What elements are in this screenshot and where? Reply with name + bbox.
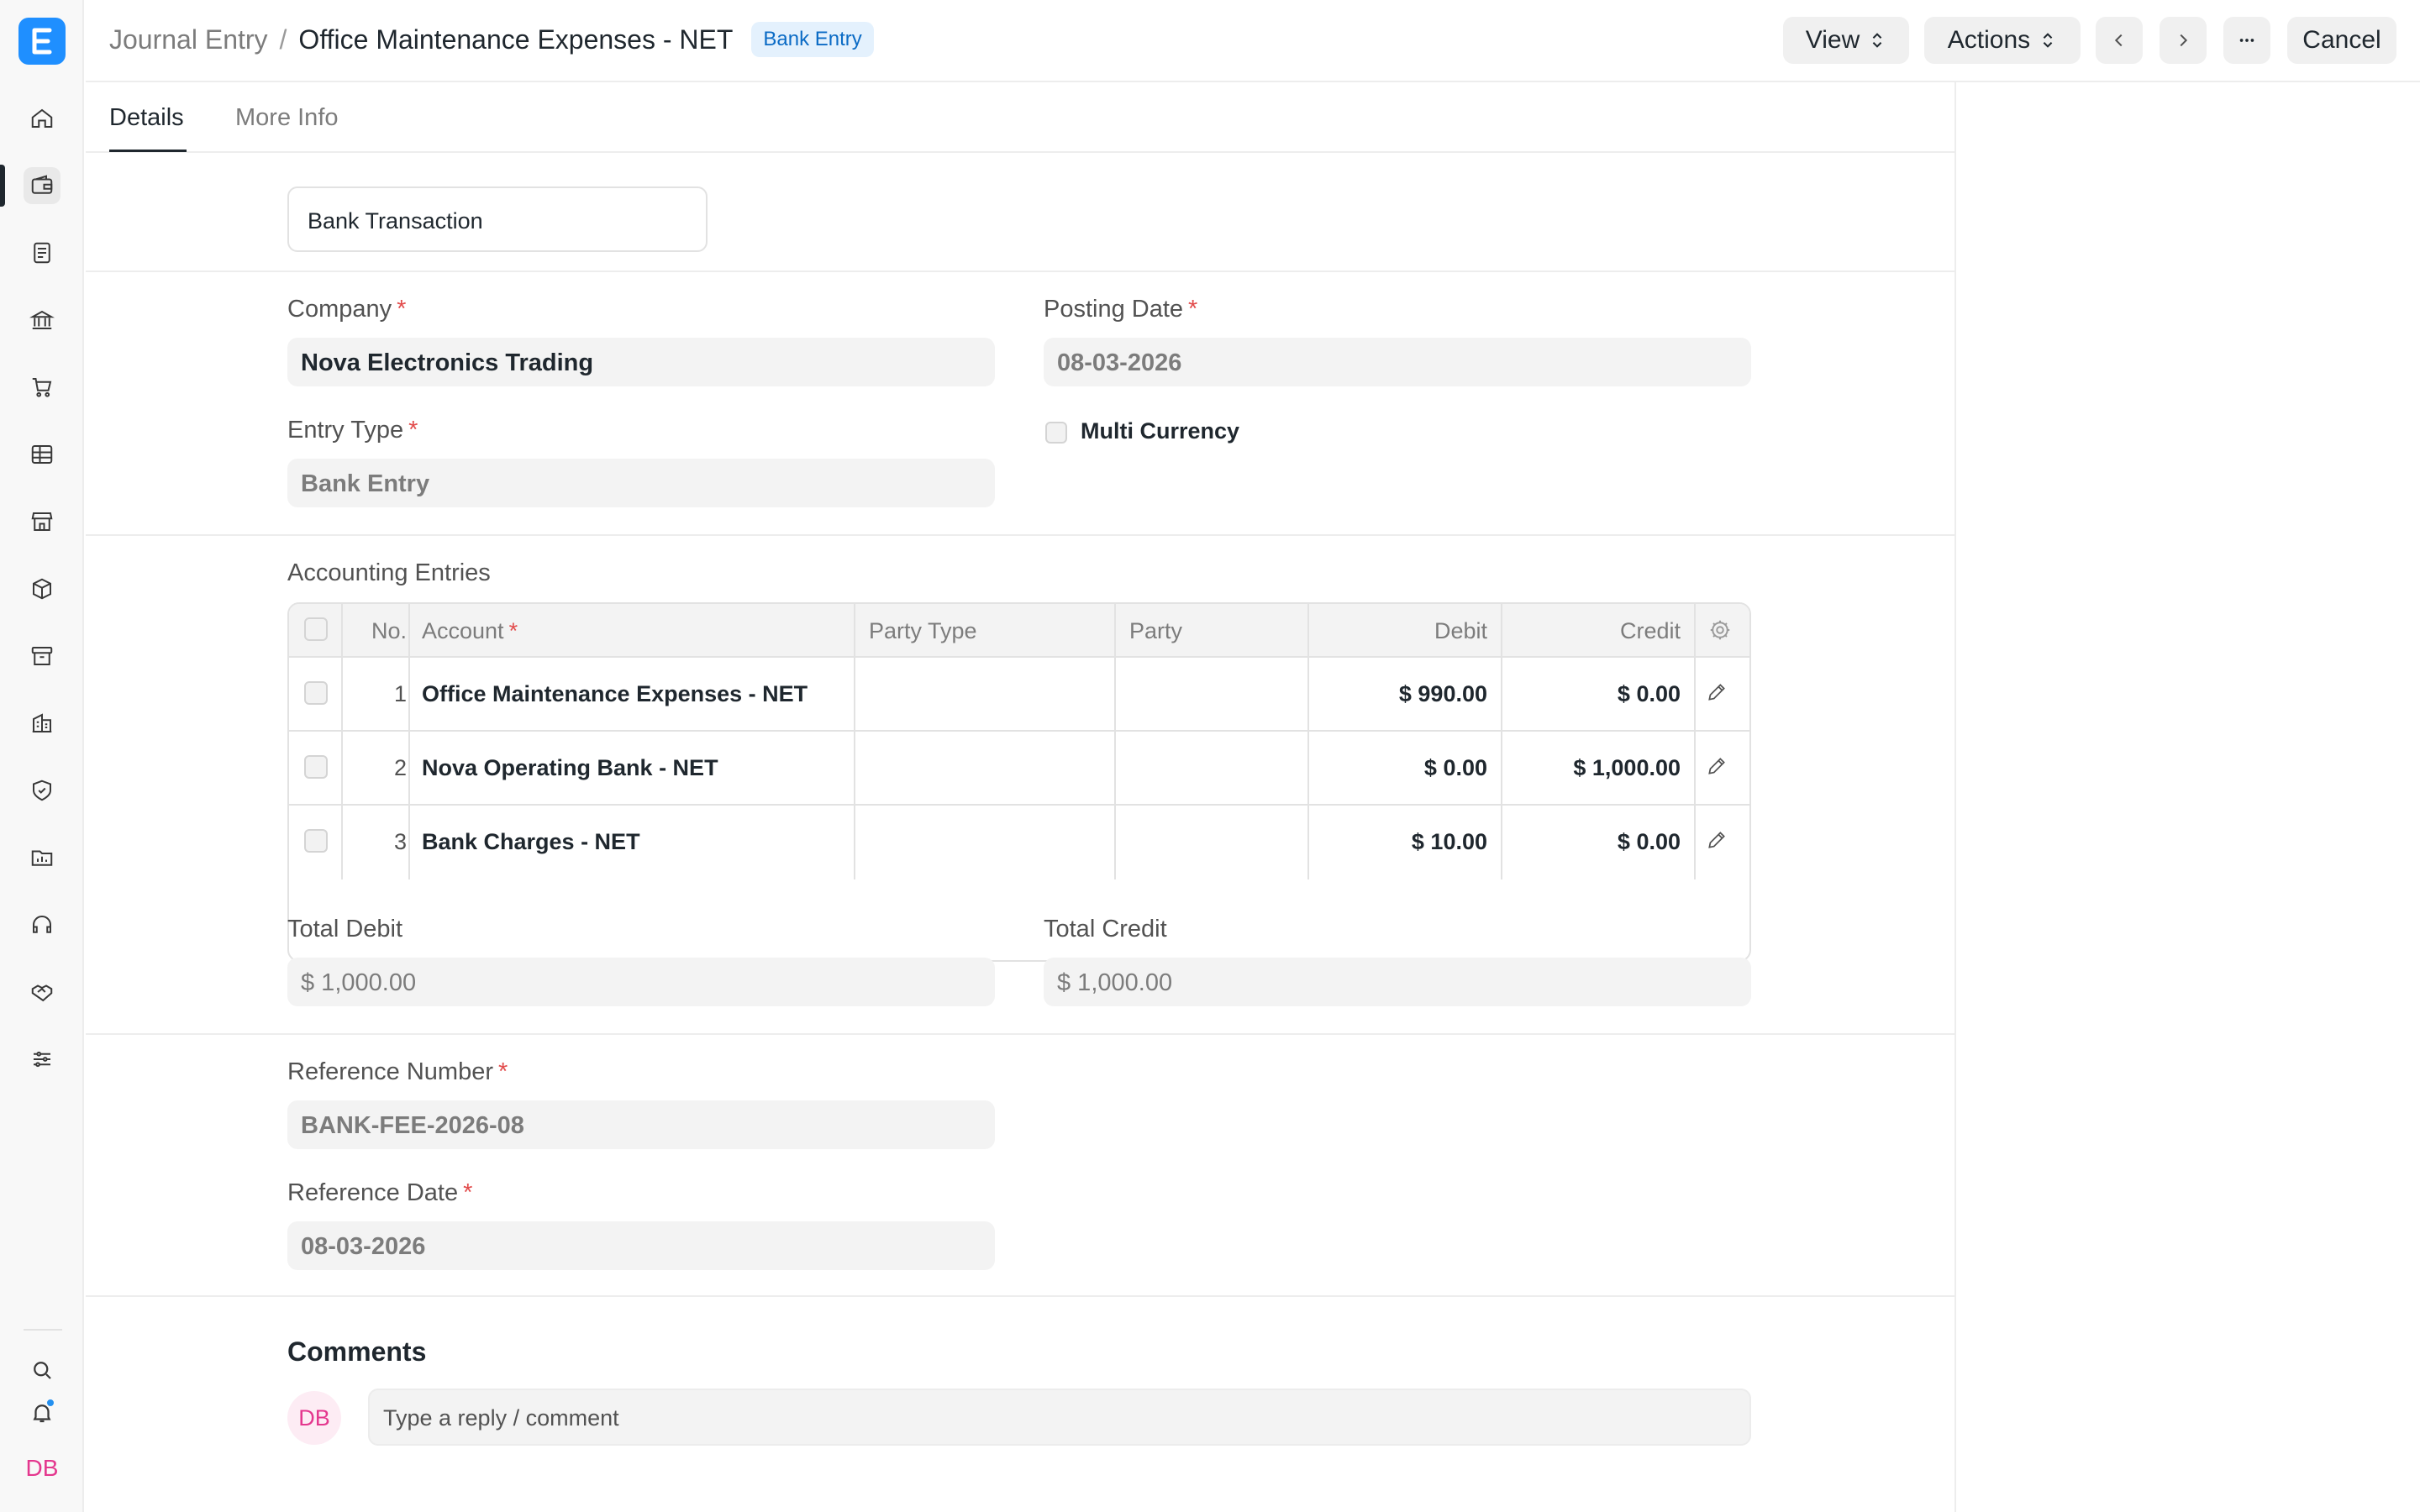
row-checkbox[interactable]	[304, 829, 328, 853]
store-icon[interactable]	[24, 503, 60, 540]
table-icon[interactable]	[24, 436, 60, 473]
notification-dot	[45, 1398, 55, 1408]
shield-icon[interactable]	[24, 772, 60, 809]
user-avatar[interactable]: DB	[24, 1450, 60, 1487]
col-credit: Credit	[1619, 618, 1681, 643]
row-account[interactable]: Bank Charges - NET	[422, 829, 640, 855]
logo-e-icon	[32, 28, 52, 55]
company-label-text: Company	[287, 296, 392, 323]
col-debit: Debit	[1434, 618, 1487, 643]
tab-details[interactable]: Details	[109, 104, 184, 132]
accounting-entries-label: Accounting Entries	[287, 559, 491, 586]
col-no: No.	[371, 618, 407, 643]
table-header: No. Account * Party Type Party Debit Cred…	[289, 604, 1749, 658]
wallet-icon[interactable]	[24, 167, 60, 204]
row-checkbox[interactable]	[304, 755, 328, 779]
form-tabs: Details More Info	[86, 82, 1954, 153]
row-debit[interactable]: $ 990.00	[1307, 681, 1487, 707]
chevron-updown-icon	[1872, 33, 1882, 48]
previous-button[interactable]	[2096, 17, 2143, 64]
comment-input[interactable]: Type a reply / comment	[368, 1389, 1751, 1446]
document-icon[interactable]	[24, 234, 60, 271]
archive-icon[interactable]	[24, 638, 60, 675]
bank-icon[interactable]	[24, 302, 60, 339]
edit-pencil-icon[interactable]	[1706, 829, 1733, 856]
sliders-icon[interactable]	[24, 1041, 60, 1078]
sidebar-active-indicator	[0, 165, 5, 207]
ellipsis-icon	[2239, 39, 2254, 42]
sidebar-divider	[24, 1329, 62, 1331]
status-badge: Bank Entry	[751, 22, 874, 57]
col-party-type: Party Type	[869, 618, 977, 643]
chevron-left-icon	[2114, 34, 2123, 47]
building-icon[interactable]	[24, 705, 60, 742]
company-label: Company *	[287, 296, 407, 323]
row-credit[interactable]: $ 1,000.00	[1501, 755, 1681, 781]
edit-pencil-icon[interactable]	[1706, 681, 1733, 708]
row-account[interactable]: Nova Operating Bank - NET	[422, 755, 718, 781]
cancel-button-label: Cancel	[2302, 26, 2381, 54]
row-number: 3	[393, 829, 407, 854]
folder-chart-icon[interactable]	[24, 839, 60, 876]
accounting-entries-table: No. Account * Party Type Party Debit Cred…	[287, 602, 1751, 962]
entry-type-label: Entry Type *	[287, 417, 418, 444]
box-icon[interactable]	[24, 570, 60, 607]
view-button-label: View	[1805, 26, 1860, 54]
company-field[interactable]: Nova Electronics Trading	[287, 338, 995, 386]
row-number: 2	[393, 755, 407, 780]
reference-number-field[interactable]: BANK-FEE-2026-08	[287, 1100, 995, 1149]
row-number: 1	[393, 681, 407, 706]
handshake-icon[interactable]	[24, 974, 60, 1011]
multi-currency-checkbox[interactable]	[1045, 422, 1067, 444]
col-account-text: Account	[422, 618, 504, 643]
reference-date-field[interactable]: 08-03-2026	[287, 1221, 995, 1270]
next-button[interactable]	[2160, 17, 2207, 64]
chevron-updown-icon	[2043, 33, 2053, 48]
cancel-button[interactable]: Cancel	[2287, 17, 2396, 64]
table-row[interactable]: 3 Bank Charges - NET $ 10.00 $ 0.00	[289, 806, 1749, 879]
col-account: Account *	[422, 618, 518, 643]
edit-pencil-icon[interactable]	[1706, 755, 1733, 782]
bell-icon[interactable]	[24, 1394, 60, 1431]
active-tab-underline	[109, 150, 187, 152]
select-all-checkbox[interactable]	[304, 617, 328, 641]
section-divider	[86, 534, 1954, 536]
actions-button-label: Actions	[1947, 26, 2031, 54]
home-icon[interactable]	[24, 100, 60, 137]
sidebar: DB	[0, 0, 84, 1512]
posting-date-label-text: Posting Date	[1044, 296, 1184, 323]
view-button[interactable]: View	[1783, 17, 1909, 64]
row-account[interactable]: Office Maintenance Expenses - NET	[422, 681, 808, 707]
table-row[interactable]: 1 Office Maintenance Expenses - NET $ 99…	[289, 658, 1749, 732]
page-title: Office Maintenance Expenses - NET	[298, 24, 734, 55]
col-party: Party	[1129, 618, 1183, 643]
more-options-button[interactable]	[2223, 17, 2270, 64]
row-debit[interactable]: $ 10.00	[1307, 829, 1487, 855]
actions-button[interactable]: Actions	[1924, 17, 2081, 64]
row-checkbox[interactable]	[304, 681, 328, 705]
cart-icon[interactable]	[24, 369, 60, 406]
tab-more-info[interactable]: More Info	[235, 104, 339, 132]
posting-date-field[interactable]: 08-03-2026	[1044, 338, 1751, 386]
section-divider	[86, 270, 1954, 272]
breadcrumb-parent-link[interactable]: Journal Entry	[109, 24, 268, 55]
row-debit[interactable]: $ 0.00	[1307, 755, 1487, 781]
entry-type-label-text: Entry Type	[287, 417, 404, 444]
title-field[interactable]: Bank Transaction	[287, 186, 708, 252]
table-row[interactable]: 2 Nova Operating Bank - NET $ 0.00 $ 1,0…	[289, 732, 1749, 806]
multi-currency-label: Multi Currency	[1081, 418, 1240, 444]
posting-date-label: Posting Date *	[1044, 296, 1198, 323]
app-logo[interactable]	[18, 18, 66, 65]
chevron-right-icon	[2180, 34, 2188, 47]
row-credit[interactable]: $ 0.00	[1501, 681, 1681, 707]
breadcrumb-separator: /	[279, 24, 287, 55]
breadcrumb: Journal Entry / Office Maintenance Expen…	[109, 22, 874, 57]
column-settings-gear-icon[interactable]	[1707, 617, 1733, 643]
row-credit[interactable]: $ 0.00	[1501, 829, 1681, 855]
page-header: Journal Entry / Office Maintenance Expen…	[86, 0, 2420, 82]
search-icon[interactable]	[24, 1352, 60, 1389]
entry-type-field[interactable]: Bank Entry	[287, 459, 995, 507]
headset-icon[interactable]	[24, 906, 60, 943]
